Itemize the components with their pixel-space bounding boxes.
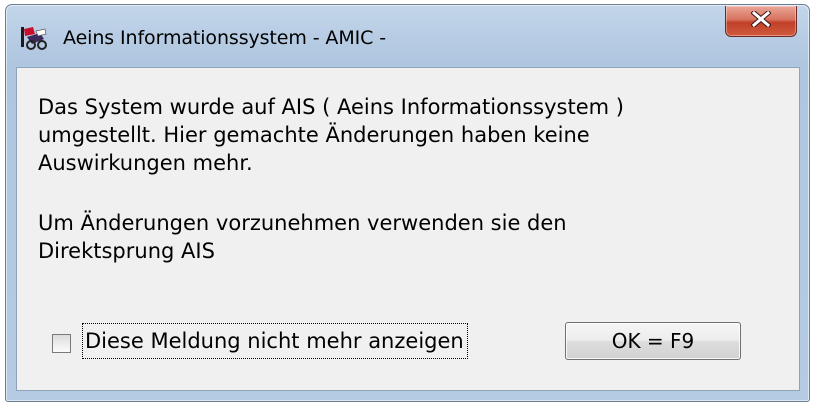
- message-paragraph-1: Das System wurde auf AIS ( Aeins Informa…: [38, 93, 624, 177]
- window-title: Aeins Informationssystem - AMIC -: [63, 27, 386, 49]
- dialog-window: Aeins Informationssystem - AMIC - Das Sy…: [5, 4, 810, 402]
- message-line: umgestellt. Hier gemachte Änderungen hab…: [38, 123, 590, 147]
- message-line: Um Änderungen vorzunehmen verwenden sie …: [38, 211, 567, 235]
- close-icon: [750, 9, 772, 31]
- dont-show-again-label[interactable]: Diese Meldung nicht mehr anzeigen: [82, 323, 468, 359]
- ok-button[interactable]: OK = F9: [565, 322, 741, 360]
- dialog-content: Das System wurde auf AIS ( Aeins Informa…: [16, 67, 800, 391]
- message-line: Auswirkungen mehr.: [38, 151, 253, 175]
- app-logo-icon: [18, 25, 48, 51]
- message-line: Das System wurde auf AIS ( Aeins Informa…: [38, 95, 624, 119]
- message-line: Direktsprung AIS: [38, 239, 215, 263]
- close-button[interactable]: [725, 6, 797, 37]
- dont-show-again-checkbox[interactable]: [52, 334, 71, 353]
- message-paragraph-2: Um Änderungen vorzunehmen verwenden sie …: [38, 209, 567, 265]
